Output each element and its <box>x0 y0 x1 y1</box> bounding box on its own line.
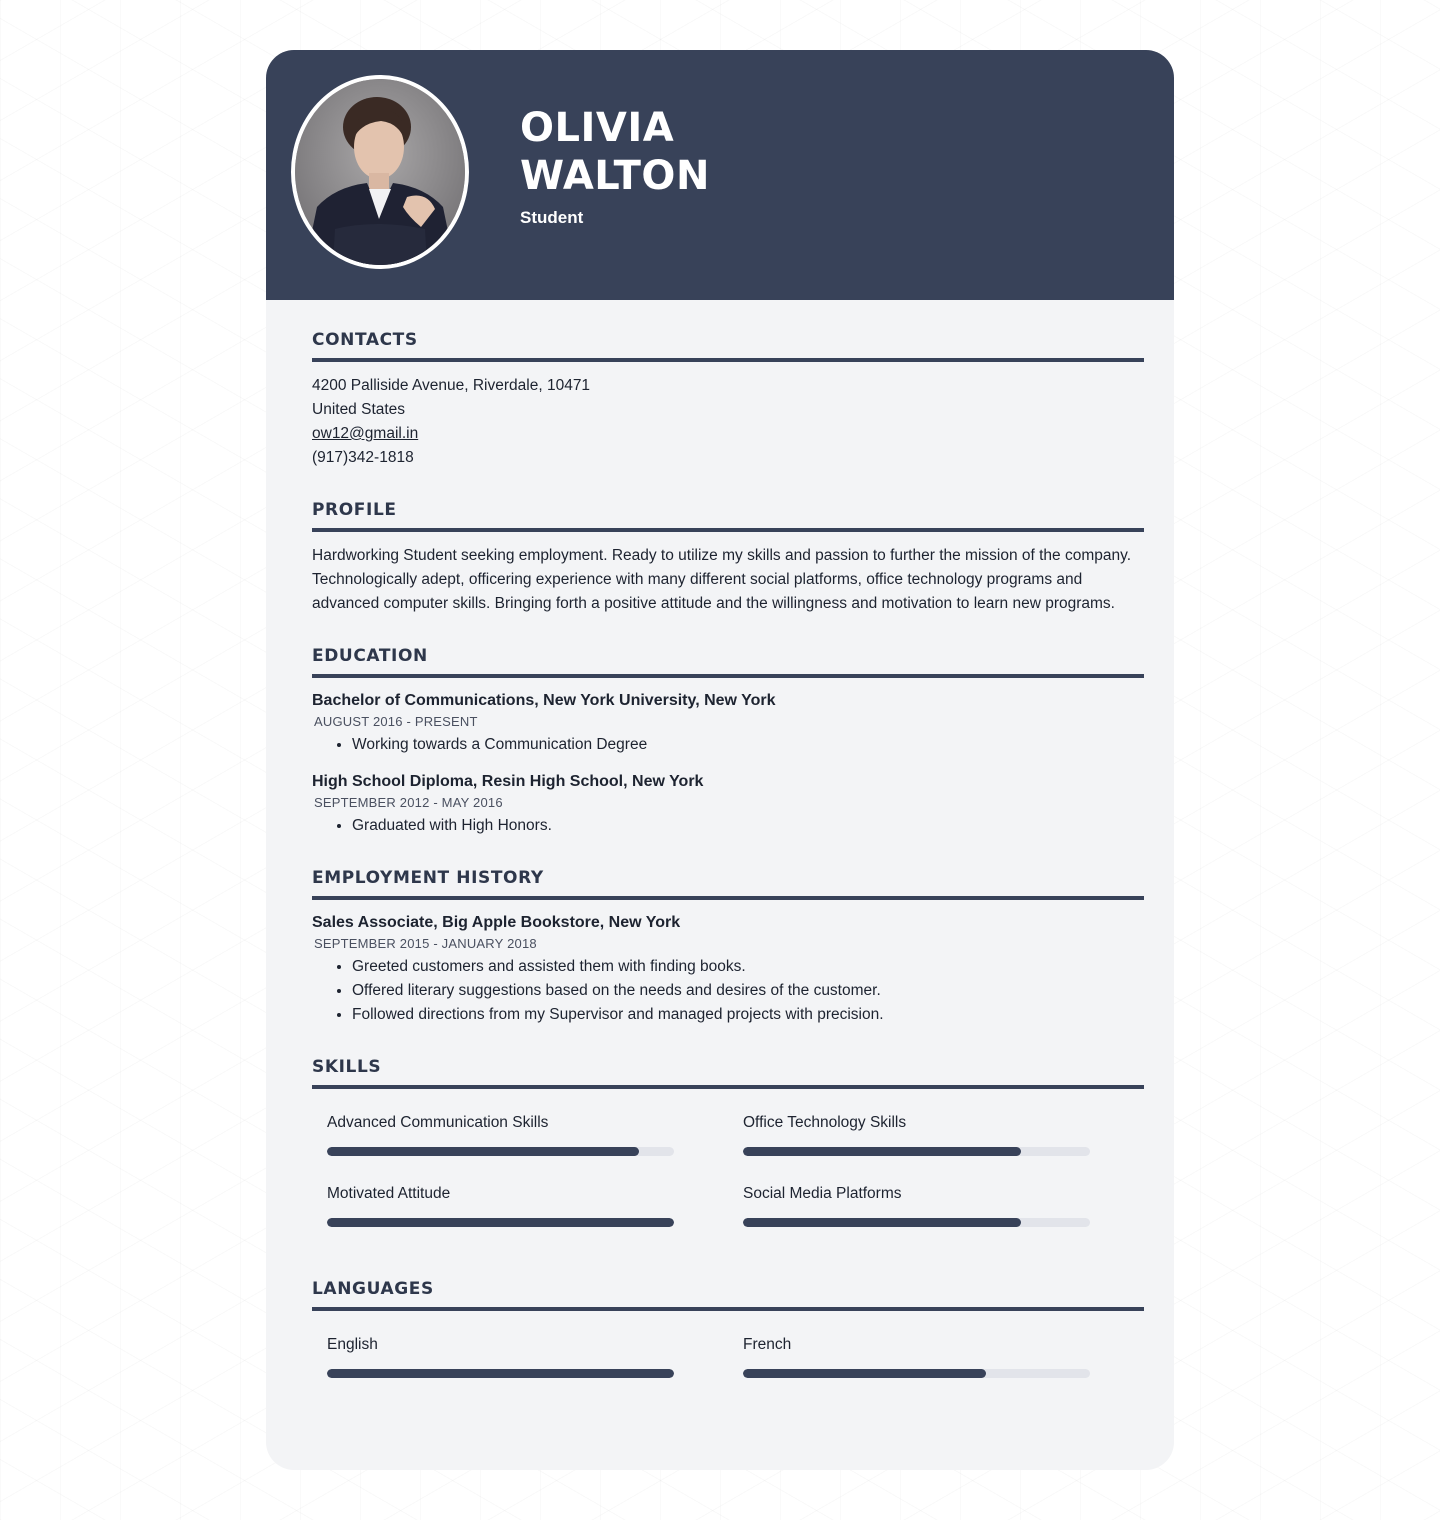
candidate-role: Student <box>520 208 584 227</box>
skill-name: Social Media Platforms <box>743 1185 902 1202</box>
candidate-name: OLIVIA WALTON <box>520 104 710 200</box>
contact-country: United States <box>312 401 406 418</box>
contact-email-link[interactable]: ow12@gmail.in <box>312 425 418 442</box>
education-section: EDUCATION Bachelor of Communications, Ne… <box>312 646 1144 838</box>
skill-item: Office Technology Skills <box>743 1113 1090 1156</box>
skill-bar-fill <box>327 1147 640 1156</box>
entry-title: High School Diploma, Resin High School, … <box>312 773 704 790</box>
language-name: English <box>327 1336 378 1353</box>
languages-section: LANGUAGES English French <box>312 1279 1144 1378</box>
contact-lines: 4200 Palliside Avenue, Riverdale, 10471 … <box>312 362 1144 470</box>
bullet-item: Offered literary suggestions based on th… <box>352 979 1144 1003</box>
skill-bar-fill <box>327 1218 674 1227</box>
entry-date: SEPTEMBER 2012 - MAY 2016 <box>314 795 503 810</box>
skills-section: SKILLS Advanced Communication Skills Off… <box>312 1057 1144 1227</box>
contact-address: 4200 Palliside Avenue, Riverdale, 10471 <box>312 377 591 394</box>
language-bar-fill <box>327 1369 674 1378</box>
skills-grid: Advanced Communication Skills Office Tec… <box>312 1089 1144 1227</box>
education-entry: High School Diploma, Resin High School, … <box>312 771 1144 838</box>
bullet-item: Greeted customers and assisted them with… <box>352 955 1144 979</box>
section-title-education: EDUCATION <box>312 646 1144 678</box>
last-name: WALTON <box>520 153 710 199</box>
skill-name: Motivated Attitude <box>327 1185 451 1202</box>
entry-title: Bachelor of Communications, New York Uni… <box>312 692 776 709</box>
language-bar-track <box>327 1369 674 1378</box>
education-entry: Bachelor of Communications, New York Uni… <box>312 690 1144 757</box>
skill-name: Office Technology Skills <box>743 1114 907 1131</box>
language-name: French <box>743 1336 792 1353</box>
resume-header: OLIVIA WALTON Student <box>266 50 1174 300</box>
resume-card: OLIVIA WALTON Student CONTACTS 4200 Pall… <box>266 50 1174 1470</box>
entry-date: AUGUST 2016 - PRESENT <box>314 714 478 729</box>
bullet-item: Graduated with High Honors. <box>352 814 1144 838</box>
contact-phone: (917)342-1818 <box>312 449 414 466</box>
skill-bar-fill <box>743 1147 1021 1156</box>
section-title-profile: PROFILE <box>312 500 1144 532</box>
section-title-languages: LANGUAGES <box>312 1279 1144 1311</box>
entry-bullets: Working towards a Communication Degree <box>312 733 1144 757</box>
skill-item: Advanced Communication Skills <box>327 1113 674 1156</box>
skill-item: Motivated Attitude <box>327 1184 674 1227</box>
profile-section: PROFILE Hardworking Student seeking empl… <box>312 500 1144 616</box>
first-name: OLIVIA <box>520 105 675 151</box>
profile-text: Hardworking Student seeking employment. … <box>312 547 1132 612</box>
entry-date: SEPTEMBER 2015 - JANUARY 2018 <box>314 936 537 951</box>
avatar <box>291 75 469 269</box>
skill-bar-track <box>327 1147 674 1156</box>
section-title-employment: EMPLOYMENT HISTORY <box>312 868 1144 900</box>
skill-item: Social Media Platforms <box>743 1184 1090 1227</box>
section-title-contacts: CONTACTS <box>312 330 1144 362</box>
skill-bar-track <box>327 1218 674 1227</box>
section-title-skills: SKILLS <box>312 1057 1144 1089</box>
portrait-image <box>295 79 465 265</box>
language-item: English <box>327 1335 674 1378</box>
bullet-item: Working towards a Communication Degree <box>352 733 1144 757</box>
skill-bar-track <box>743 1218 1090 1227</box>
skill-bar-fill <box>743 1218 1021 1227</box>
contacts-section: CONTACTS 4200 Palliside Avenue, Riverdal… <box>312 330 1144 470</box>
entry-title: Sales Associate, Big Apple Bookstore, Ne… <box>312 914 681 931</box>
resume-content: CONTACTS 4200 Palliside Avenue, Riverdal… <box>312 300 1144 1378</box>
bullet-item: Followed directions from my Supervisor a… <box>352 1003 1144 1027</box>
skill-name: Advanced Communication Skills <box>327 1114 549 1131</box>
entry-bullets: Graduated with High Honors. <box>312 814 1144 838</box>
skill-bar-track <box>743 1147 1090 1156</box>
language-item: French <box>743 1335 1090 1378</box>
employment-entry: Sales Associate, Big Apple Bookstore, Ne… <box>312 912 1144 1027</box>
language-bar-fill <box>743 1369 986 1378</box>
languages-grid: English French <box>312 1311 1144 1378</box>
entry-bullets: Greeted customers and assisted them with… <box>312 955 1144 1027</box>
employment-section: EMPLOYMENT HISTORY Sales Associate, Big … <box>312 868 1144 1027</box>
language-bar-track <box>743 1369 1090 1378</box>
